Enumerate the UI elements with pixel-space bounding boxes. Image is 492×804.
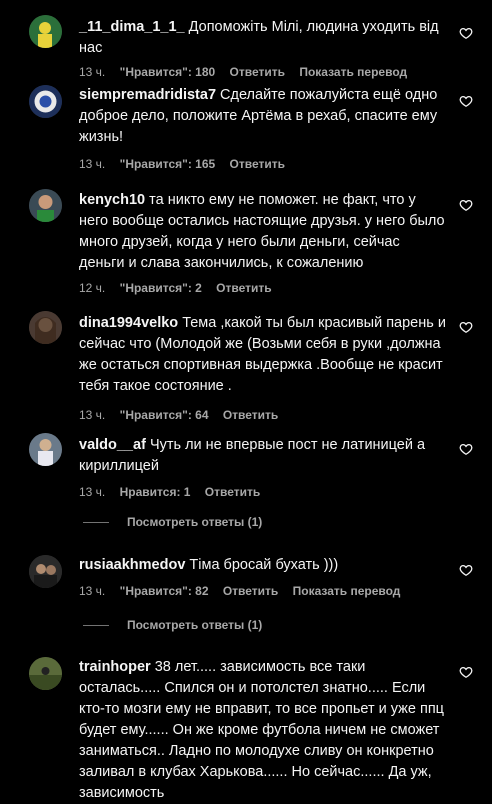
- heart-icon[interactable]: [459, 94, 473, 108]
- reply-button[interactable]: Ответить: [230, 157, 285, 171]
- comment-text: Тіма бросай бухать ))): [189, 557, 339, 573]
- reply-button[interactable]: Ответить: [230, 65, 285, 79]
- comment-time: 13 ч.: [79, 584, 106, 598]
- translate-button[interactable]: Показать перевод: [293, 584, 401, 598]
- comment-username[interactable]: _11_dima_1_1_: [79, 19, 185, 35]
- view-replies-button[interactable]: Посмотреть ответы (1): [79, 617, 262, 633]
- comment-likes[interactable]: "Нравится": 180: [120, 65, 216, 79]
- heart-icon[interactable]: [459, 26, 473, 40]
- avatar[interactable]: [29, 15, 62, 48]
- comment-username[interactable]: siempremadridista7: [79, 87, 216, 103]
- comment-likes[interactable]: "Нравится": 64: [120, 408, 209, 422]
- comment-username[interactable]: kenych10: [79, 192, 145, 208]
- view-replies-label: Посмотреть ответы (1): [127, 515, 263, 529]
- heart-icon[interactable]: [459, 320, 473, 334]
- avatar[interactable]: [29, 657, 62, 690]
- comment-likes[interactable]: "Нравится": 165: [120, 157, 216, 171]
- comment-time: 13 ч.: [79, 157, 106, 171]
- comment-time: 13 ч.: [79, 485, 106, 499]
- comment-text: 38 лет..... зависимость все таки осталас…: [79, 659, 444, 801]
- view-replies-button[interactable]: Посмотреть ответы (1): [79, 514, 262, 530]
- avatar[interactable]: [29, 311, 62, 344]
- reply-button[interactable]: Ответить: [223, 408, 278, 422]
- comment-time: 13 ч.: [79, 408, 106, 422]
- view-replies-label: Посмотреть ответы (1): [127, 618, 263, 632]
- comment-likes[interactable]: "Нравится": 82: [120, 584, 209, 598]
- comment-username[interactable]: valdo__af: [79, 437, 146, 453]
- avatar[interactable]: [29, 433, 62, 466]
- comment-username[interactable]: rusiaakhmedov: [79, 557, 185, 573]
- reply-button[interactable]: Ответить: [205, 485, 260, 499]
- comment-likes[interactable]: Нравится: 1: [120, 485, 191, 499]
- heart-icon[interactable]: [459, 442, 473, 456]
- comment-time: 12 ч.: [79, 281, 106, 295]
- avatar[interactable]: [29, 189, 62, 222]
- comment-username[interactable]: trainhoper: [79, 659, 151, 675]
- avatar[interactable]: [29, 85, 62, 118]
- comment-likes[interactable]: "Нравится": 2: [120, 281, 202, 295]
- comment-username[interactable]: dina1994velko: [79, 315, 178, 331]
- comment-time: 13 ч.: [79, 65, 106, 79]
- reply-button[interactable]: Ответить: [216, 281, 271, 295]
- translate-button[interactable]: Показать перевод: [299, 65, 407, 79]
- heart-icon[interactable]: [459, 563, 473, 577]
- reply-button[interactable]: Ответить: [223, 584, 278, 598]
- heart-icon[interactable]: [459, 198, 473, 212]
- avatar[interactable]: [29, 555, 62, 588]
- heart-icon[interactable]: [459, 665, 473, 679]
- divider-line: [83, 625, 109, 627]
- divider-line: [83, 522, 109, 524]
